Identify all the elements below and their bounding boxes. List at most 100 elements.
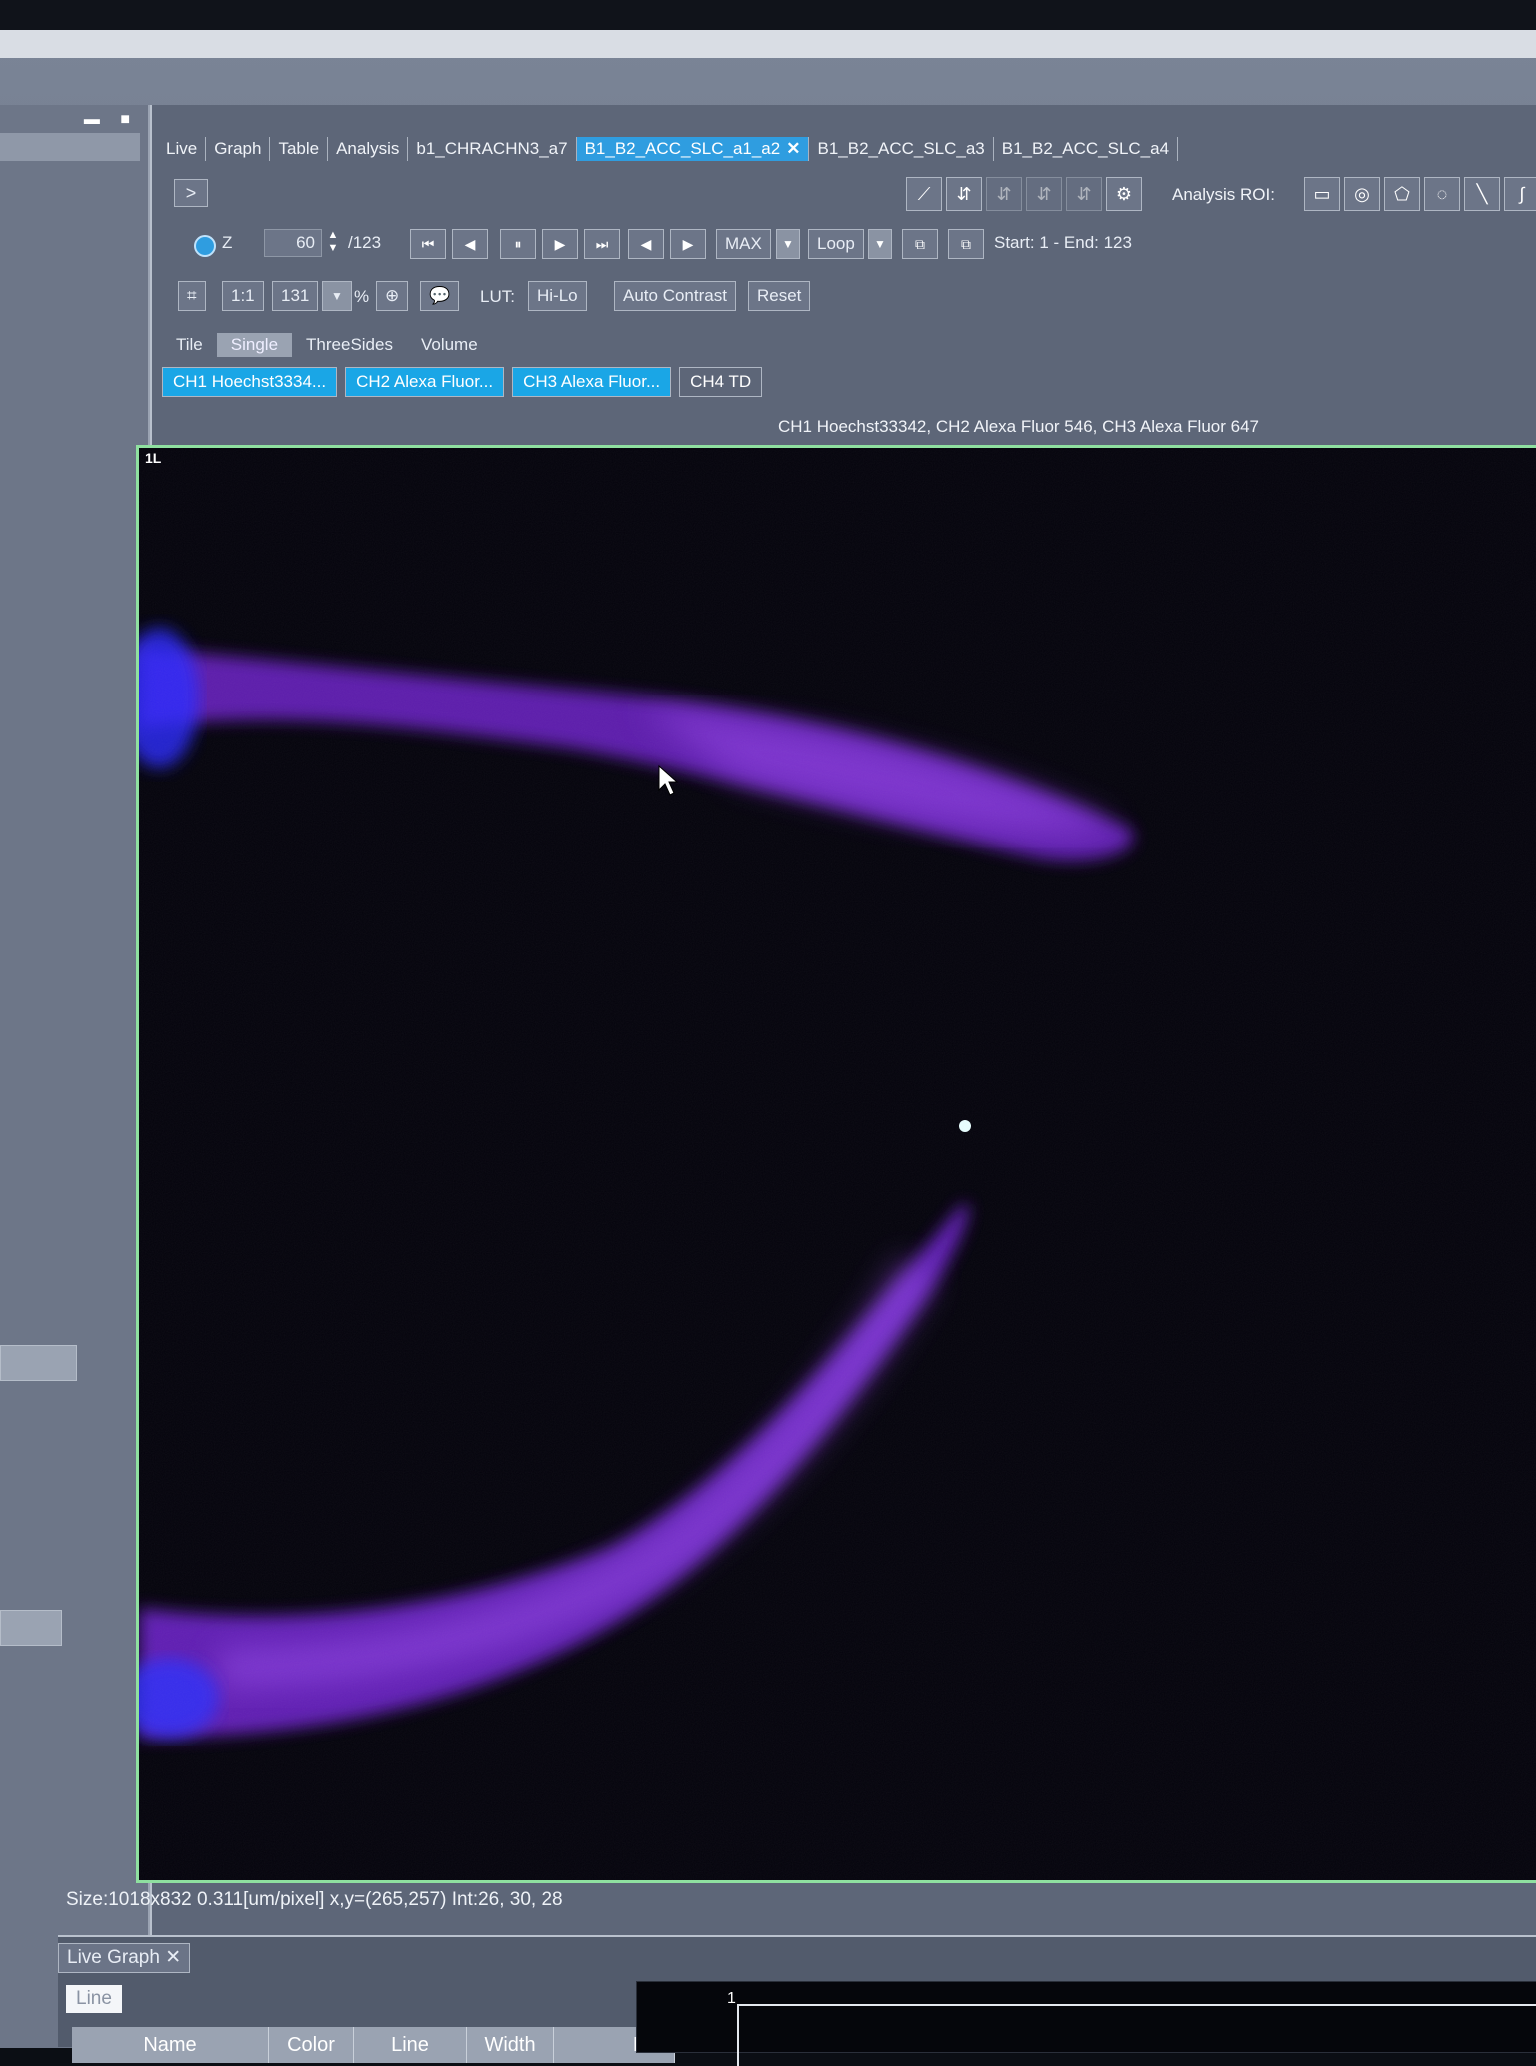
- tab-label: B1_B2_ACC_SLC_a4: [1001, 139, 1170, 158]
- monitor-bezel: [0, 0, 1536, 30]
- left-slider-handle[interactable]: [0, 1345, 77, 1381]
- reverse-play-icon[interactable]: ◀: [628, 229, 664, 259]
- tab-volume[interactable]: Volume: [407, 333, 492, 357]
- tab-analysis[interactable]: Analysis: [328, 137, 409, 161]
- view-mode-tabs: Tile Single ThreeSides Volume: [162, 333, 492, 357]
- image-grain: [139, 448, 1536, 1880]
- stop-icon[interactable]: ⏸: [500, 229, 536, 259]
- close-icon[interactable]: ✕: [786, 139, 800, 158]
- column-header-width[interactable]: Width: [467, 2027, 554, 2063]
- document-tabs: Live Graph Table Analysis b1_CHRACHN3_a7…: [158, 137, 1179, 163]
- lut-select[interactable]: Hi-Lo: [528, 281, 587, 311]
- last-frame-icon[interactable]: ⏭: [584, 229, 620, 259]
- chevron-down-icon[interactable]: ▼: [776, 229, 800, 259]
- polygon-roi-icon[interactable]: ⬠: [1384, 177, 1420, 211]
- channel-buttons: CH1 Hoechst3334... CH2 Alexa Fluor... CH…: [162, 367, 763, 397]
- graph-index: 1: [727, 1990, 736, 2007]
- t-profile-icon[interactable]: ⇵: [986, 177, 1022, 211]
- left-slider-handle-2[interactable]: [0, 1610, 62, 1646]
- image-viewer[interactable]: 1L: [136, 445, 1536, 1883]
- step-back-icon[interactable]: ◀: [452, 229, 488, 259]
- sync-icon[interactable]: ⧉: [902, 229, 938, 259]
- close-icon[interactable]: ✕: [165, 1947, 181, 1968]
- tab-threesides[interactable]: ThreeSides: [292, 333, 407, 357]
- z-axis-radio[interactable]: [194, 235, 216, 257]
- tab-label: Live: [166, 139, 198, 158]
- zoom-in-icon[interactable]: ⊕: [376, 281, 409, 311]
- tab-live[interactable]: Live: [158, 137, 207, 161]
- analysis-tools: ⟋ ⇵ ⇵ ⇵ ⇵ ⚙: [906, 177, 1142, 211]
- image-window: Live Graph Table Analysis b1_CHRACHN3_a7…: [58, 105, 1536, 2066]
- channel-button-ch3[interactable]: CH3 Alexa Fluor...: [512, 367, 672, 397]
- column-header-line[interactable]: Line: [354, 2027, 467, 2063]
- tab-label: Table: [278, 139, 320, 158]
- play-icon[interactable]: ▶: [542, 229, 578, 259]
- left-pane-header: [0, 133, 140, 161]
- tab-label: Graph: [214, 139, 262, 158]
- left-pane: ▬ ■: [0, 105, 150, 2048]
- tab-live-graph[interactable]: Live Graph ✕: [58, 1943, 191, 1973]
- column-header-name[interactable]: Name: [72, 2027, 269, 2063]
- projection-select[interactable]: MAX: [716, 229, 771, 259]
- live-graph-panel: Live Graph ✕ Line Name Color Line Width …: [58, 1935, 1536, 2066]
- roi-tools: ▭ ◎ ⬠ ◌ ╲ ∫: [1304, 177, 1536, 211]
- column-header-color[interactable]: Color: [269, 2027, 354, 2063]
- expand-button[interactable]: >: [174, 179, 208, 207]
- range-readout: Start: 1 - End: 123: [994, 233, 1132, 252]
- ellipse-roi-icon[interactable]: ◎: [1344, 177, 1380, 211]
- sync-all-icon[interactable]: ⧉: [948, 229, 984, 259]
- tab-tile[interactable]: Tile: [162, 333, 217, 357]
- image-corner-label: 1L: [145, 450, 162, 466]
- chevron-down-icon[interactable]: ▼: [868, 229, 892, 259]
- z-spin-icon[interactable]: ▲ ▼: [324, 229, 342, 255]
- screen: ▬ ■ Live Graph Table Analysis b1_CHRACHN…: [0, 30, 1536, 2066]
- tab-graph[interactable]: Graph: [206, 137, 271, 161]
- freehand-roi-icon[interactable]: ◌: [1424, 177, 1460, 211]
- analysis-roi-label: Analysis ROI:: [1172, 185, 1275, 204]
- tab-single[interactable]: Single: [216, 333, 293, 357]
- l-profile-icon[interactable]: ⇵: [1066, 177, 1102, 211]
- first-frame-icon[interactable]: ⏮: [410, 229, 446, 259]
- tab-label: Analysis: [336, 139, 400, 158]
- reset-button[interactable]: Reset: [748, 281, 811, 311]
- line-roi-icon[interactable]: ╲: [1464, 177, 1500, 211]
- tab-line[interactable]: Line: [66, 1985, 122, 2013]
- settings-icon[interactable]: ⚙: [1106, 177, 1142, 211]
- tab-b1-b2-acc-slc-a3[interactable]: B1_B2_ACC_SLC_a3: [809, 137, 994, 161]
- top-strip: [0, 30, 1536, 58]
- channel-button-ch4[interactable]: CH4 TD: [679, 367, 763, 397]
- forward-play-icon[interactable]: ▶: [670, 229, 706, 259]
- window-controls[interactable]: ▬ ■: [84, 111, 138, 129]
- tab-label: B1_B2_ACC_SLC_a1_a2: [584, 139, 781, 158]
- actual-size-button[interactable]: 1:1: [222, 281, 264, 311]
- roi-table-header: Name Color Line Width Pro: [72, 2027, 675, 2063]
- auto-contrast-button[interactable]: Auto Contrast: [614, 281, 736, 311]
- tab-label: Live Graph: [67, 1947, 160, 1968]
- channel-button-ch2[interactable]: CH2 Alexa Fluor...: [345, 367, 505, 397]
- tab-b1-chrachn3-a7[interactable]: b1_CHRACHN3_a7: [408, 137, 577, 161]
- z-label: Z: [222, 233, 233, 252]
- fit-to-window-icon[interactable]: ⌗: [178, 281, 206, 311]
- loop-select[interactable]: Loop: [808, 229, 864, 259]
- tab-table[interactable]: Table: [270, 137, 329, 161]
- lut-label: LUT:: [480, 287, 515, 306]
- line-profile-graph[interactable]: 1: [636, 1981, 1536, 2066]
- curve-roi-icon[interactable]: ∫: [1504, 177, 1536, 211]
- line-profile-icon[interactable]: ⟋: [906, 177, 942, 211]
- channel-caption: CH1 Hoechst33342, CH2 Alexa Fluor 546, C…: [778, 417, 1259, 436]
- chevron-down-icon[interactable]: ▼: [322, 281, 352, 311]
- lambda-profile-icon[interactable]: ⇵: [1026, 177, 1062, 211]
- tab-label: b1_CHRACHN3_a7: [416, 139, 568, 158]
- tab-b1-b2-acc-slc-a1-a2[interactable]: B1_B2_ACC_SLC_a1_a2 ✕: [576, 137, 810, 161]
- status-bar: Size:1018x832 0.311[um/pixel] x,y=(265,2…: [66, 1889, 563, 1910]
- fluorescence-image: [139, 448, 1536, 1880]
- view-toolbar: ⌗ 1:1 131 ▼ % ⊕ 💬 LUT: Hi-Lo Auto Contra…: [164, 277, 1536, 317]
- z-slice-input[interactable]: 60: [264, 229, 322, 257]
- rectangle-roi-icon[interactable]: ▭: [1304, 177, 1340, 211]
- channel-button-ch1[interactable]: CH1 Hoechst3334...: [162, 367, 338, 397]
- playback-toolbar: Z 60 ▲ ▼ /123 ⏮ ◀ ⏸ ▶ ⏭ ◀ ▶ MAX ▼ Loop ▼ …: [164, 225, 1536, 265]
- tab-b1-b2-acc-slc-a4[interactable]: B1_B2_ACC_SLC_a4: [993, 137, 1179, 161]
- zoom-input[interactable]: 131: [272, 281, 319, 311]
- annotation-icon[interactable]: 💬: [420, 281, 460, 311]
- z-profile-icon[interactable]: ⇵: [946, 177, 982, 211]
